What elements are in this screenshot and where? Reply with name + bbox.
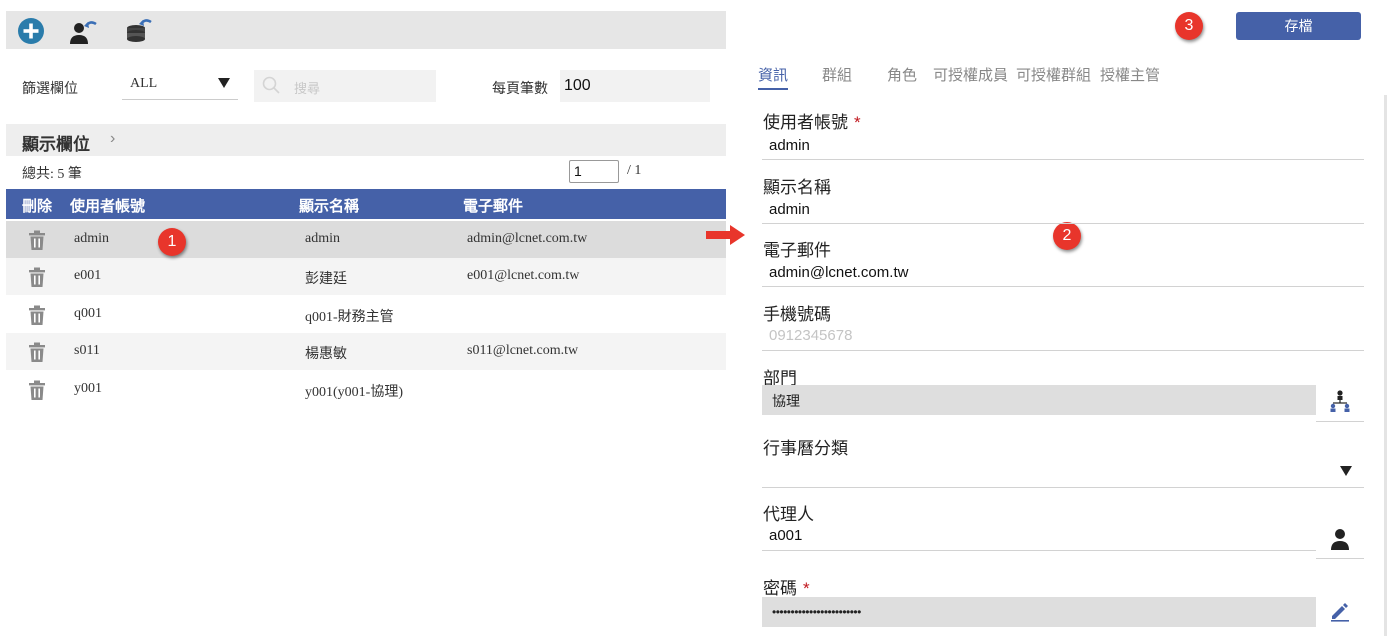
cell-display-name: 彭建廷	[305, 272, 347, 287]
table-row[interactable]: e001 彭建廷 e001@lcnet.com.tw	[6, 258, 726, 295]
page-total: / 1	[627, 163, 642, 178]
badge-1: 1	[158, 228, 186, 256]
email-field[interactable]: admin@lcnet.com.tw	[769, 264, 908, 281]
divider	[1316, 421, 1364, 422]
account-label: 使用者帳號 *	[763, 108, 861, 133]
mobile-label: 手機號碼	[763, 305, 831, 324]
dropdown-arrow-icon	[218, 78, 230, 88]
trash-icon[interactable]	[26, 266, 48, 288]
add-icon[interactable]	[16, 16, 46, 46]
show-columns-label: 顯示欄位	[22, 135, 90, 154]
divider	[762, 350, 1364, 351]
required-mark: *	[854, 113, 861, 132]
cell-account: s011	[74, 343, 100, 358]
agent-field[interactable]: a001	[769, 527, 802, 544]
cell-display-name: admin	[305, 231, 340, 246]
table-header: 刪除 使用者帳號 顯示名稱 電子郵件	[6, 189, 726, 219]
show-columns-bar[interactable]: 顯示欄位 ›	[6, 124, 726, 156]
tab-groups[interactable]: 群組	[822, 64, 852, 85]
tab-authorized-supervisor[interactable]: 授權主管	[1100, 64, 1160, 85]
edit-pencil-icon[interactable]	[1328, 599, 1352, 623]
divider	[762, 223, 1364, 224]
header-email[interactable]: 電子郵件	[463, 195, 523, 216]
divider	[762, 286, 1364, 287]
required-mark: *	[803, 579, 810, 598]
department-field: 協理	[762, 385, 1316, 415]
mobile-field[interactable]: 0912345678	[769, 327, 852, 344]
search-input[interactable]: 搜尋	[254, 70, 436, 102]
per-page-input[interactable]: 100	[560, 70, 710, 102]
password-label: 密碼 *	[763, 574, 810, 599]
filter-row: 篩選欄位 ALL 搜尋 每頁筆數 100	[6, 60, 726, 112]
header-display-name[interactable]: 顯示名稱	[299, 195, 359, 216]
cell-display-name: q001-財務主管	[305, 310, 394, 325]
divider	[762, 550, 1316, 551]
divider	[1316, 558, 1364, 559]
badge-2: 2	[1053, 222, 1081, 250]
cell-display-name: 楊惠敏	[305, 347, 347, 362]
tab-info[interactable]: 資訊	[758, 64, 789, 90]
filter-label: 篩選欄位	[22, 80, 78, 96]
cell-account: admin	[74, 231, 109, 246]
badge-3: 3	[1175, 12, 1203, 40]
trash-icon[interactable]	[26, 304, 48, 326]
filter-select[interactable]: ALL	[122, 70, 238, 100]
tab-authorizable-members[interactable]: 可授權成員	[933, 64, 1008, 85]
account-field[interactable]: admin	[769, 137, 810, 154]
display-name-field[interactable]: admin	[769, 201, 810, 218]
calendar-category-label: 行事曆分類	[763, 439, 848, 458]
agent-label: 代理人	[763, 505, 814, 524]
save-button[interactable]: 存檔	[1236, 12, 1361, 40]
table-row[interactable]: s011 楊惠敏 s011@lcnet.com.tw	[6, 333, 726, 370]
total-count: 總共: 5 筆	[22, 167, 82, 182]
header-account[interactable]: 使用者帳號	[70, 195, 145, 216]
cell-email: s011@lcnet.com.tw	[467, 343, 579, 358]
password-field: ••••••••••••••••••••••••	[762, 597, 1316, 627]
user-icon[interactable]	[1328, 527, 1352, 551]
calendar-dropdown-icon[interactable]	[1340, 466, 1352, 476]
table-row[interactable]: y001 y001(y001-協理)	[6, 371, 726, 408]
org-chart-icon[interactable]	[1328, 389, 1352, 413]
trash-icon[interactable]	[26, 229, 48, 251]
cell-email: admin@lcnet.com.tw	[467, 231, 588, 246]
table-row[interactable]: q001 q001-財務主管	[6, 296, 726, 333]
cell-account: q001	[74, 306, 102, 321]
search-placeholder: 搜尋	[294, 81, 321, 96]
password-label-text: 密碼	[763, 579, 797, 598]
table-row[interactable]: admin admin admin@lcnet.com.tw	[6, 221, 726, 258]
trash-icon[interactable]	[26, 379, 48, 401]
trash-icon[interactable]	[26, 341, 48, 363]
display-name-label: 顯示名稱	[763, 178, 831, 197]
arrow-right-icon	[706, 225, 745, 245]
tab-roles[interactable]: 角色	[887, 64, 917, 85]
search-icon	[262, 76, 280, 94]
page-number-input[interactable]: 1	[569, 160, 619, 183]
per-page-label: 每頁筆數	[492, 80, 548, 96]
database-import-icon[interactable]	[124, 16, 154, 46]
tab-authorizable-groups[interactable]: 可授權群組	[1016, 64, 1091, 85]
calendar-category-select[interactable]	[762, 487, 1364, 488]
cell-account: e001	[74, 268, 102, 283]
user-import-icon[interactable]	[68, 16, 98, 46]
cell-email: e001@lcnet.com.tw	[467, 268, 580, 283]
chevron-right-icon[interactable]: ›	[110, 130, 115, 148]
divider	[762, 159, 1364, 160]
account-label-text: 使用者帳號	[763, 113, 848, 132]
header-delete: 刪除	[22, 198, 53, 215]
toolbar	[6, 11, 726, 49]
cell-account: y001	[74, 381, 102, 396]
email-label: 電子郵件	[763, 241, 831, 260]
filter-select-value: ALL	[130, 76, 158, 91]
cell-display-name: y001(y001-協理)	[305, 385, 403, 400]
